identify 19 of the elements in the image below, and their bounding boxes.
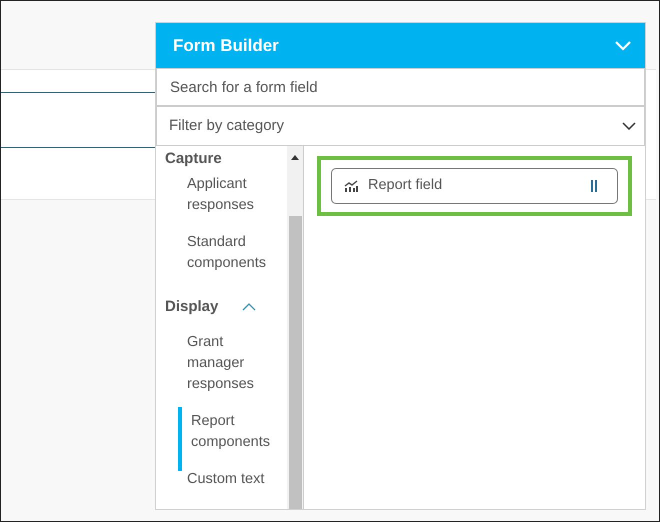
scroll-up-arrow-icon[interactable] [290,154,300,160]
category-item[interactable]: Standard components [187,232,279,274]
scrollbar-thumb[interactable] [289,216,302,509]
category-heading[interactable]: Display [165,296,218,318]
chart-icon [344,180,359,192]
category-item[interactable]: Grant manager responses [187,332,279,395]
chevron-down-icon [622,122,636,130]
chevron-icon[interactable] [615,40,631,50]
form-field-item[interactable]: Report field [331,168,618,204]
category-item[interactable]: Custom text [187,469,279,490]
search-field[interactable]: Search for a form field [156,68,645,106]
scrollbar[interactable] [287,146,303,509]
category-item[interactable]: Applicant responses [187,174,279,216]
drag-handle-icon[interactable] [591,180,597,192]
category-item[interactable]: Report components [191,411,279,453]
category-heading[interactable]: Capture [165,148,222,170]
panel-title: Form Builder [173,34,279,57]
caret-icon[interactable] [242,303,256,311]
category-filter-dropdown[interactable]: Filter by category [156,106,645,146]
